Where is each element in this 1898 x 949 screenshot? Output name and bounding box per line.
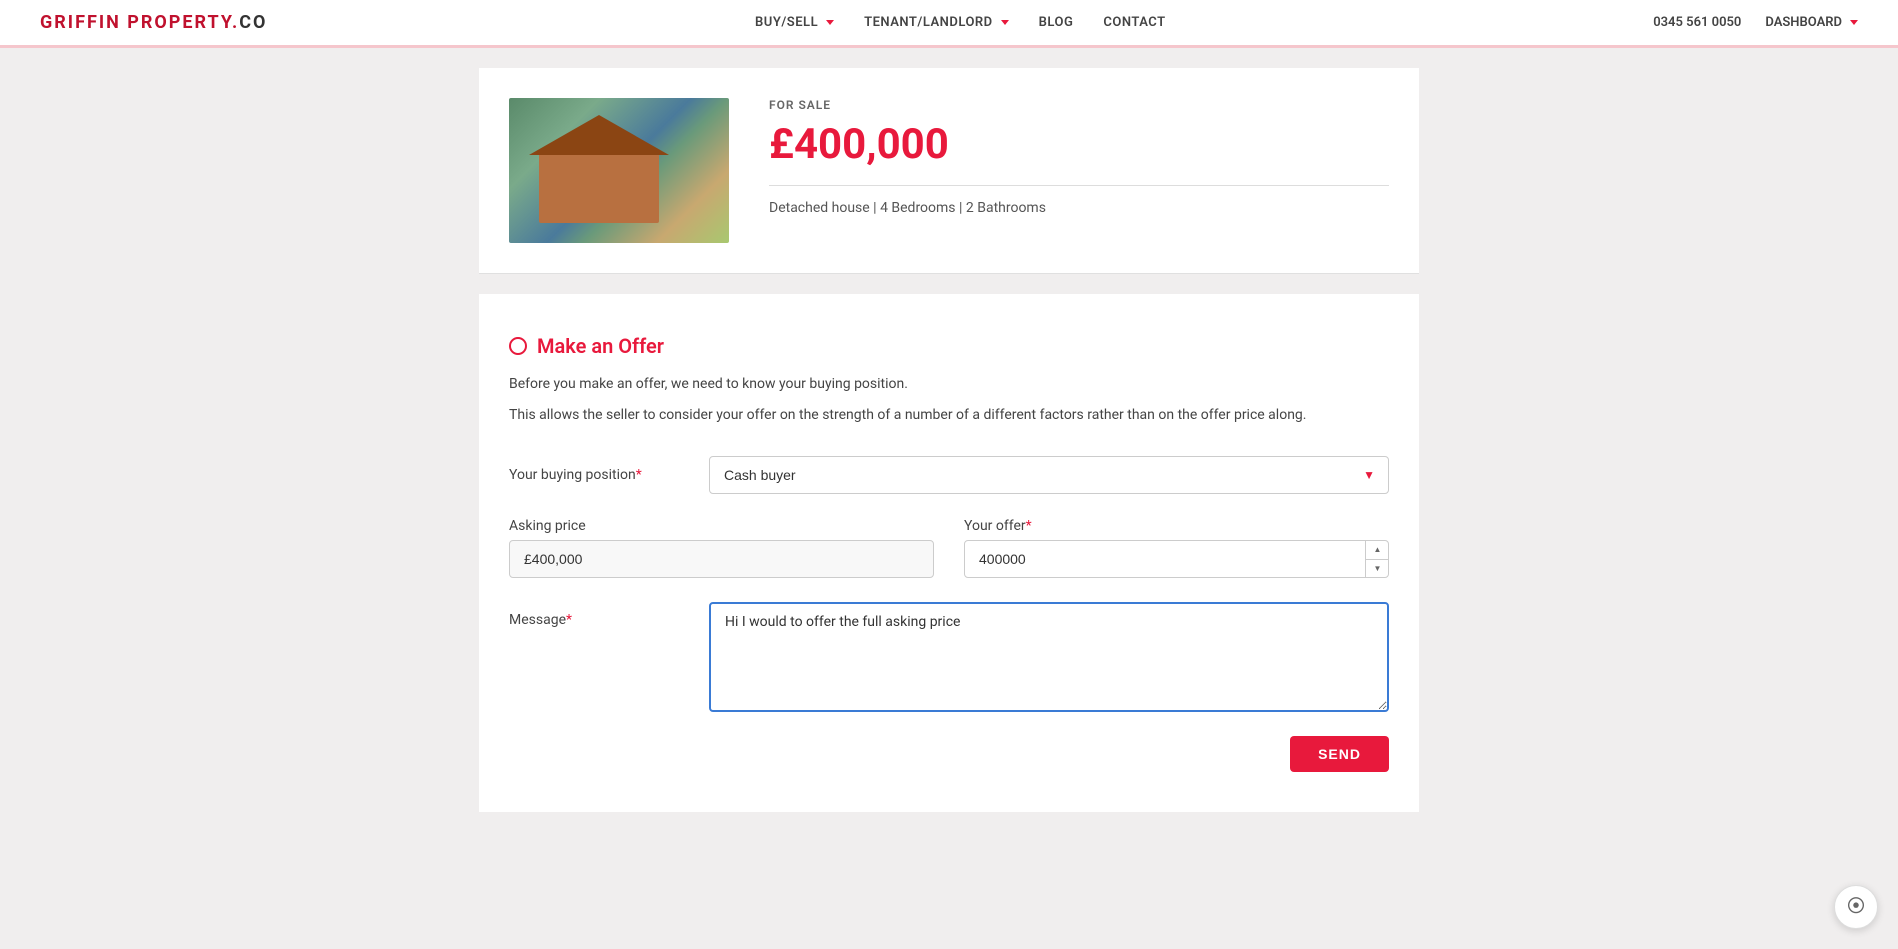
form-actions: SEND (509, 736, 1389, 772)
nav-right: 0345 561 0050 DASHBOARD (1653, 15, 1858, 30)
nav-links: BUY/SELL TENANT/LANDLORD BLOG CONTACT (755, 15, 1166, 30)
form-desc-1: Before you make an offer, we need to kno… (509, 374, 1389, 395)
asking-price-input[interactable] (509, 540, 934, 578)
for-sale-label: FOR SALE (769, 98, 1389, 112)
form-desc-2: This allows the seller to consider your … (509, 405, 1389, 426)
send-button[interactable]: SEND (1290, 736, 1389, 772)
navigation: GRIFFIN PROPERTY.Co BUY/SELL TENANT/LAND… (0, 0, 1898, 48)
message-textarea[interactable] (709, 602, 1389, 712)
property-divider (769, 185, 1389, 186)
buying-position-dropdown[interactable]: Cash buyer Mortgage in principle Need mo… (709, 456, 1389, 494)
phone-number: 0345 561 0050 (1653, 15, 1741, 30)
nav-tenant-landlord[interactable]: TENANT/LANDLORD (864, 15, 1009, 30)
spinner-down-button[interactable]: ▼ (1366, 560, 1389, 579)
message-label: Message* (509, 602, 689, 628)
nav-blog[interactable]: BLOG (1039, 15, 1074, 30)
price-row: Asking price Your offer* ▲ ▼ (509, 518, 1389, 578)
nav-buy-sell[interactable]: BUY/SELL (755, 15, 834, 30)
your-offer-input[interactable] (964, 540, 1389, 578)
message-row: Message* (509, 602, 1389, 712)
radio-icon (509, 337, 527, 355)
form-title: Make an Offer (537, 334, 664, 358)
form-header: Make an Offer (509, 334, 1389, 358)
nav-contact[interactable]: CONTACT (1103, 15, 1165, 30)
your-offer-wrapper: ▲ ▼ (964, 540, 1389, 578)
chat-icon (1845, 896, 1867, 918)
property-details: Detached house | 4 Bedrooms | 2 Bathroom… (769, 200, 1389, 216)
brand-logo[interactable]: GRIFFIN PROPERTY.Co (40, 12, 267, 33)
make-offer-form: Make an Offer Before you make an offer, … (479, 294, 1419, 812)
chat-widget[interactable] (1834, 885, 1878, 929)
buying-position-row: Your buying position* Cash buyer Mortgag… (509, 456, 1389, 494)
your-offer-label: Your offer* (964, 518, 1389, 534)
property-image (509, 98, 729, 243)
your-offer-group: Your offer* ▲ ▼ (964, 518, 1389, 578)
property-card: FOR SALE £400,000 Detached house | 4 Bed… (479, 68, 1419, 274)
chevron-down-icon (826, 20, 834, 25)
chevron-down-icon (1001, 20, 1009, 25)
property-info: FOR SALE £400,000 Detached house | 4 Bed… (769, 98, 1389, 216)
asking-price-label: Asking price (509, 518, 934, 534)
asking-price-group: Asking price (509, 518, 934, 578)
property-price: £400,000 (769, 120, 1389, 169)
buying-position-label: Your buying position* (509, 467, 689, 483)
number-spinners: ▲ ▼ (1365, 540, 1389, 578)
buying-position-select[interactable]: Cash buyer Mortgage in principle Need mo… (709, 456, 1389, 494)
spinner-up-button[interactable]: ▲ (1366, 540, 1389, 560)
main-content: FOR SALE £400,000 Detached house | 4 Bed… (459, 68, 1439, 812)
dashboard-link[interactable]: DASHBOARD (1765, 15, 1858, 30)
chevron-down-icon (1850, 20, 1858, 25)
